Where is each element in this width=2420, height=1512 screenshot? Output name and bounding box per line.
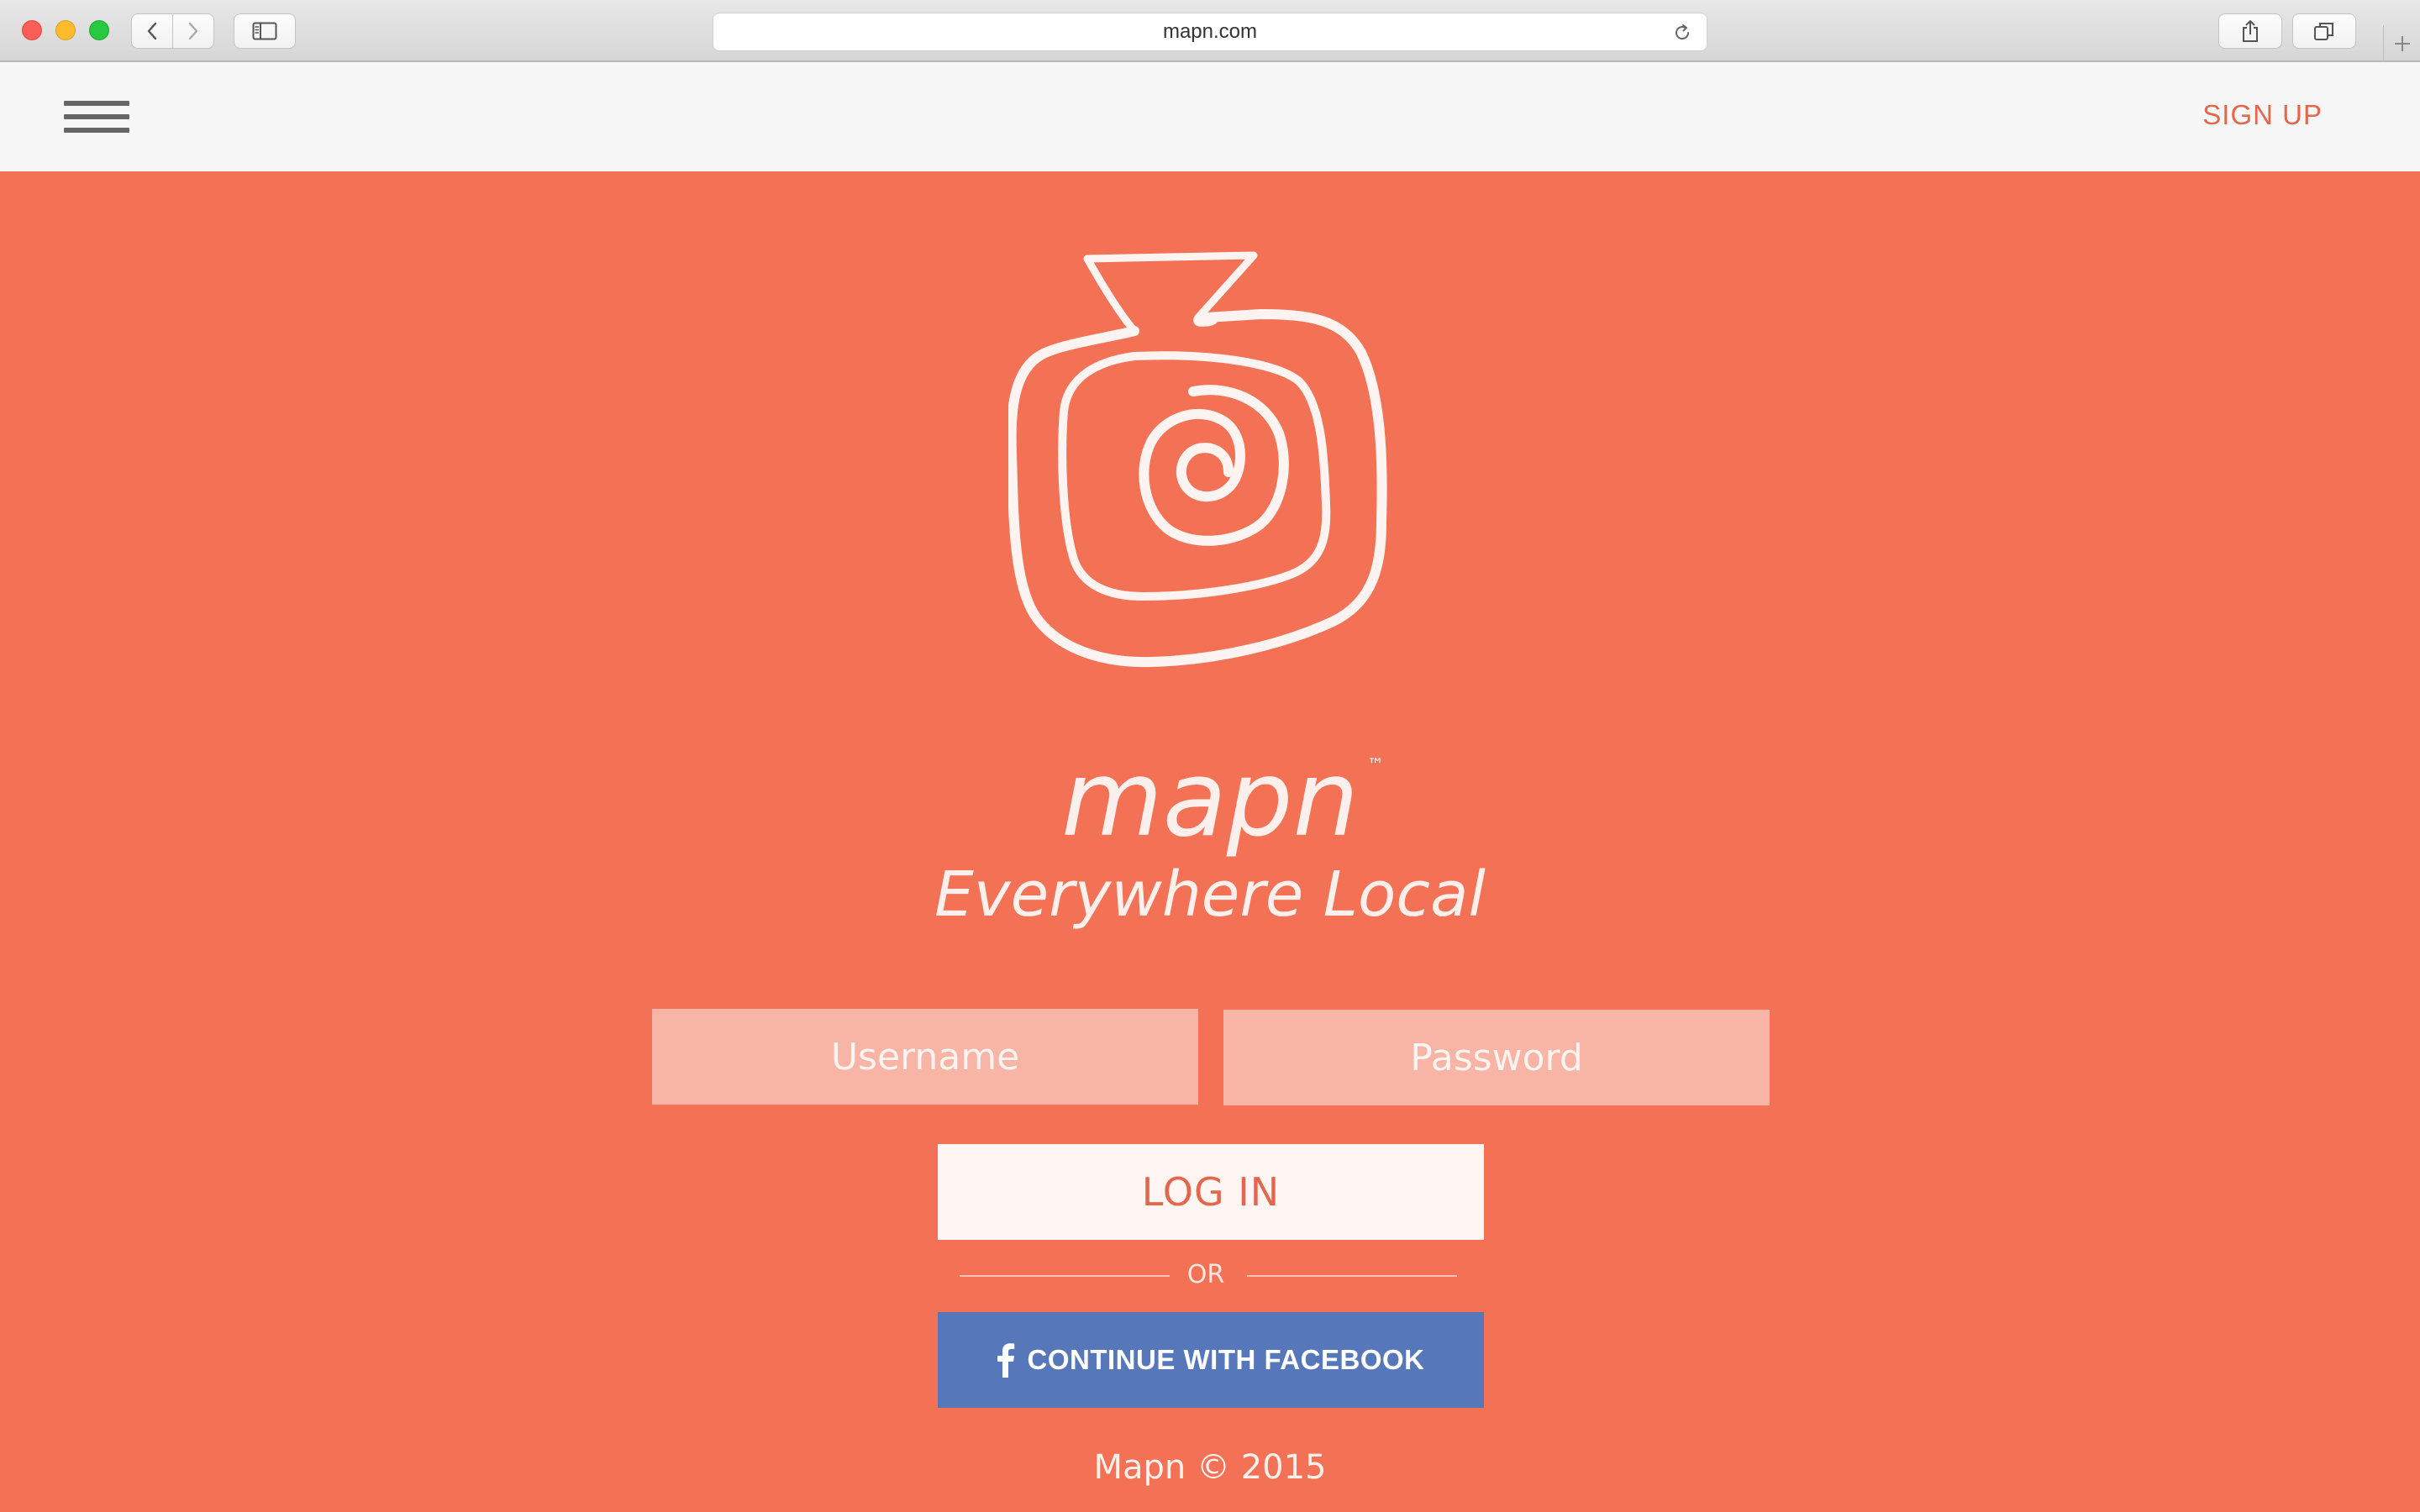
or-divider-text: OR (1186, 1260, 1225, 1289)
footer-copyright: Mapn © 2015 (1093, 1448, 1327, 1487)
brand-tagline: Everywhere Local (934, 858, 1486, 931)
trademark-symbol: ™ (1367, 754, 1385, 774)
sidebar-toggle-button[interactable] (234, 13, 296, 49)
sidebar-icon (252, 22, 277, 40)
zoom-window-button[interactable] (89, 20, 109, 40)
continue-with-facebook-button[interactable]: CONTINUE WITH FACEBOOK (938, 1312, 1484, 1408)
brand-name: mapn (1060, 739, 1360, 860)
close-window-button[interactable] (22, 20, 42, 40)
plus-icon (2394, 36, 2410, 51)
minimize-window-button[interactable] (55, 20, 76, 40)
reload-icon[interactable] (1671, 22, 1693, 44)
hamburger-menu-icon[interactable] (64, 97, 131, 138)
address-bar[interactable]: mapn.com (713, 13, 1707, 51)
divider-line-left (960, 1275, 1170, 1277)
tabs-icon (2314, 23, 2333, 40)
browser-toolbar: mapn.com (0, 0, 2420, 62)
forward-button[interactable] (172, 13, 214, 49)
url-text: mapn.com (1162, 20, 1258, 43)
new-tab-button[interactable] (2383, 25, 2420, 62)
facebook-icon (997, 1343, 1015, 1378)
divider-line-right (1247, 1275, 1457, 1277)
facebook-button-label: CONTINUE WITH FACEBOOK (1027, 1344, 1425, 1375)
back-button[interactable] (131, 13, 173, 49)
chevron-right-icon (188, 22, 198, 40)
password-input[interactable] (1223, 1010, 1770, 1105)
sign-up-link[interactable]: SIGN UP (2202, 99, 2323, 131)
show-tabs-button[interactable] (2292, 13, 2356, 49)
log-in-button[interactable]: LOG IN (938, 1144, 1484, 1240)
share-button[interactable] (2218, 13, 2282, 49)
mapn-bag-logo-icon (1008, 251, 1387, 668)
chevron-left-icon (147, 22, 157, 40)
site-header: SIGN UP (0, 62, 2420, 171)
share-icon (2243, 20, 2258, 42)
brand-wordmark: mapn ™ (0, 741, 2420, 858)
username-input[interactable] (652, 1009, 1198, 1105)
